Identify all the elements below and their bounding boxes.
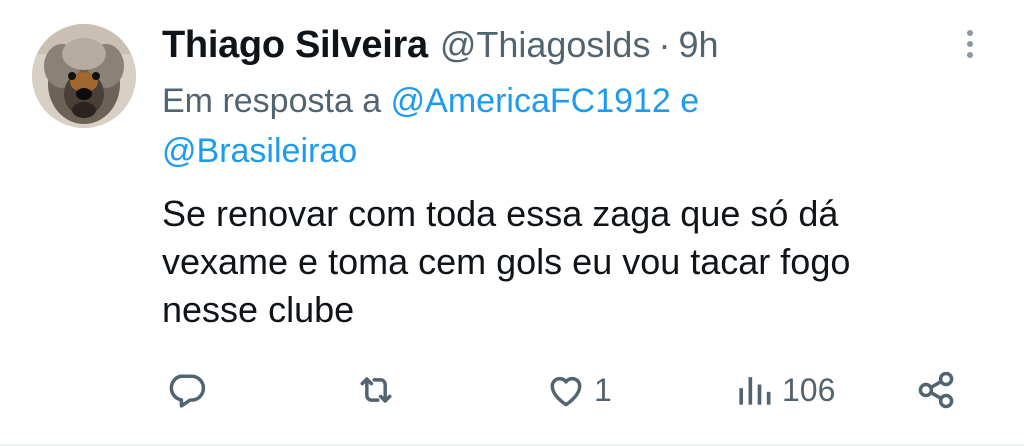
reply-button[interactable] [164, 362, 208, 418]
tweet-text-line: Se renovar com toda essa zaga que só dá [162, 193, 839, 234]
share-icon [918, 371, 954, 409]
timestamp[interactable]: 9h [678, 24, 718, 66]
bar-chart-icon [739, 377, 771, 405]
more-dot [967, 30, 973, 36]
reply-user-link[interactable]: @AmericaFC1912 [391, 82, 671, 120]
separator-dot: · [658, 24, 671, 65]
reply-context: Em resposta a @AmericaFC1912 e @Brasilei… [162, 76, 942, 176]
more-dot [967, 52, 973, 58]
like-button[interactable]: 1 [544, 362, 612, 418]
reply-conjunction: e [680, 82, 700, 120]
dog-avatar-image [32, 24, 136, 128]
share-button[interactable] [914, 362, 958, 418]
reply-prefix: Em resposta a [162, 82, 382, 120]
tweet-text: Se renovar com toda essa zaga que só dá … [162, 190, 982, 334]
user-name[interactable]: Thiago Silveira [162, 24, 428, 67]
tweet[interactable]: Thiago Silveira @Thiagoslds · 9h Em resp… [0, 0, 1024, 446]
retweet-icon [360, 377, 392, 403]
more-options-icon[interactable] [958, 24, 982, 64]
views-button[interactable]: 106 [732, 362, 835, 418]
avatar[interactable] [32, 24, 136, 128]
reply-user-link[interactable]: @Brasileirao [162, 132, 357, 170]
action-bar: 1 106 [0, 362, 1024, 418]
tweet-text-line: vexame e toma cem gols eu vou tacar fogo [162, 241, 851, 282]
user-handle[interactable]: @Thiagoslds [440, 24, 651, 66]
tweet-header: Thiago Silveira @Thiagoslds · 9h [162, 20, 719, 70]
more-dot [967, 41, 973, 47]
tweet-text-line: nesse clube [162, 289, 355, 330]
comment-icon [169, 374, 206, 408]
heart-icon [550, 376, 582, 407]
like-count: 1 [594, 371, 612, 408]
retweet-button[interactable] [354, 362, 398, 418]
views-count: 106 [782, 371, 836, 408]
